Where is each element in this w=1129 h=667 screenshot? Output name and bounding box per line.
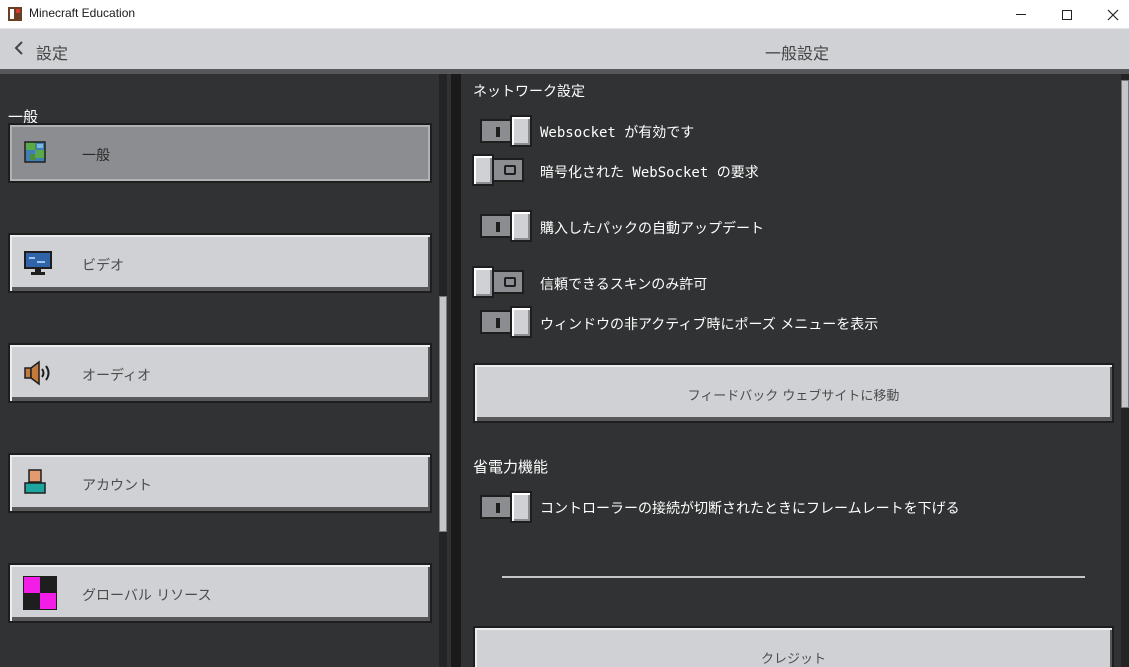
credits-label: クレジット <box>760 652 826 667</box>
panel-divider <box>451 74 461 667</box>
feedback-website-label: フィードバック ウェブサイトに移動 <box>687 389 900 404</box>
toggle-knob <box>510 306 532 338</box>
feedback-website-button[interactable]: フィードバック ウェブサイトに移動 <box>473 363 1114 423</box>
monitor-icon <box>24 251 52 275</box>
general-settings-panel: ネットワーク設定 Websocket が有効です 暗号化された WebSocke… <box>461 74 1129 667</box>
toggle-off-mark <box>504 277 516 287</box>
settings-scrollbar-thumb[interactable] <box>1121 80 1129 408</box>
window-title: Minecraft Education <box>29 6 136 20</box>
sidebar-item-video[interactable]: ビデオ <box>8 233 432 293</box>
toggle-knob <box>510 491 532 523</box>
toggle-on-mark <box>496 222 500 232</box>
websocket-enabled-label: Websocket が有効です <box>540 125 695 141</box>
pause-menu-inactive-label: ウィンドウの非アクティブ時にポーズ メニューを表示 <box>540 317 879 333</box>
section-divider <box>502 576 1085 578</box>
sidebar-scrollbar-thumb[interactable] <box>439 296 447 532</box>
close-button[interactable] <box>1090 0 1129 29</box>
sidebar-item-label: 一般 <box>82 148 110 164</box>
maximize-icon <box>1062 9 1072 20</box>
websocket-enabled-toggle[interactable] <box>474 115 532 147</box>
chevron-left-icon <box>12 38 26 61</box>
toggle-knob <box>510 115 532 147</box>
sidebar-item-global-resources[interactable]: グローバル リソース <box>8 563 432 623</box>
sidebar-item-audio[interactable]: オーディオ <box>8 343 432 403</box>
back-label: 設定 <box>36 44 69 63</box>
auto-update-packs-label: 購入したパックの自動アップデート <box>540 221 764 237</box>
sidebar-item-label: グローバル リソース <box>82 588 212 604</box>
pause-menu-inactive-toggle[interactable] <box>474 306 532 338</box>
reduce-framerate-toggle[interactable] <box>474 491 532 523</box>
credits-button[interactable]: クレジット <box>473 626 1114 667</box>
toggle-knob <box>510 210 532 242</box>
settings-sidebar: 一般 一般 ビデオ オーディオ アカウント グローバル リソース <box>0 74 451 667</box>
network-section-title: ネットワーク設定 <box>473 84 585 100</box>
power-saving-section-title: 省電力機能 <box>473 458 549 476</box>
speaker-icon <box>24 360 50 386</box>
window-title-bar: Minecraft Education <box>0 0 1129 29</box>
toggle-knob <box>472 266 494 298</box>
minimize-button[interactable] <box>998 0 1044 29</box>
minimize-icon <box>1016 14 1026 15</box>
sidebar-item-label: ビデオ <box>82 258 124 274</box>
encrypted-websocket-toggle[interactable] <box>472 154 530 186</box>
reduce-framerate-label: コントローラーの接続が切断されたときにフレームレートを下げる <box>540 501 960 517</box>
globe-icon <box>24 141 46 163</box>
trusted-skins-label: 信頼できるスキンのみ許可 <box>540 277 708 293</box>
encrypted-websocket-label: 暗号化された WebSocket の要求 <box>540 165 759 181</box>
global-resources-icon <box>23 576 57 610</box>
settings-header: 設定 一般設定 <box>0 29 1129 69</box>
sidebar-item-label: オーディオ <box>82 368 152 384</box>
toggle-on-mark <box>496 318 500 328</box>
toggle-knob <box>472 154 494 186</box>
maximize-button[interactable] <box>1044 0 1090 29</box>
toggle-on-mark <box>496 503 500 513</box>
sidebar-item-general[interactable]: 一般 <box>8 123 432 183</box>
close-icon <box>1107 9 1119 20</box>
sidebar-item-label: アカウント <box>82 478 152 494</box>
page-title: 一般設定 <box>765 44 830 63</box>
account-icon <box>24 469 46 494</box>
toggle-on-mark <box>496 127 500 137</box>
minecraft-education-app-icon <box>8 7 22 21</box>
sidebar-item-account[interactable]: アカウント <box>8 453 432 513</box>
auto-update-packs-toggle[interactable] <box>474 210 532 242</box>
toggle-off-mark <box>504 165 516 175</box>
trusted-skins-toggle[interactable] <box>472 266 530 298</box>
